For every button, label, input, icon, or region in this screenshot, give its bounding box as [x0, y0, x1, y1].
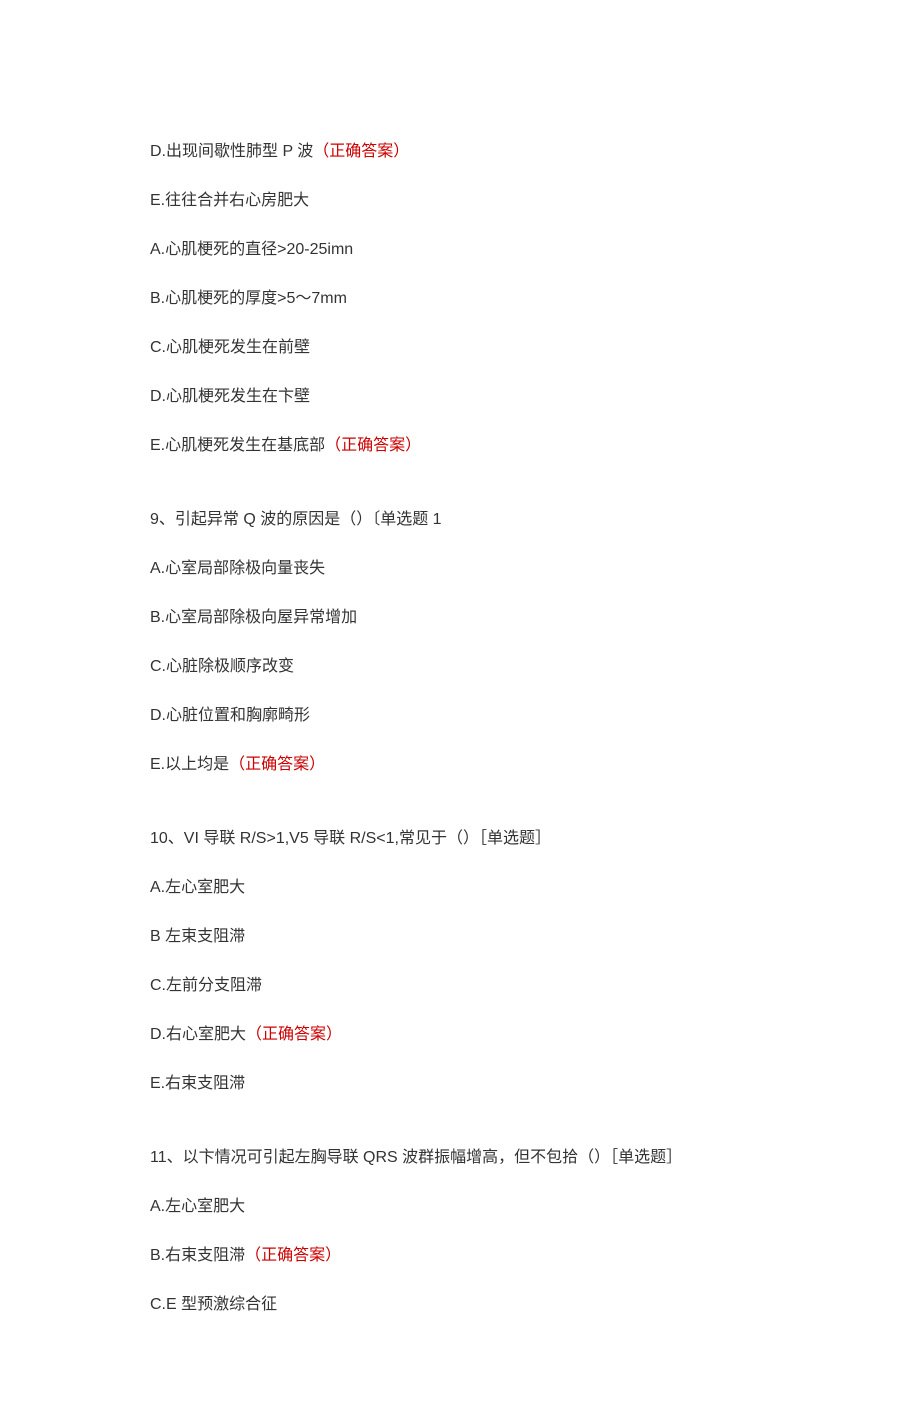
option-text: A.心室局部除极向量丧失 — [150, 560, 325, 577]
option-line: B.心室局部除极向屋异常增加 — [150, 606, 770, 630]
option-line: B.右束支阻滞（正确答案） — [150, 1244, 770, 1268]
option-text: B.右束支阻滞 — [150, 1247, 245, 1264]
option-text: E.右束支阻滞 — [150, 1075, 245, 1092]
option-text: D.心脏位置和胸廓畸形 — [150, 707, 310, 724]
option-text: D.右心室肥大 — [150, 1026, 246, 1043]
option-line: A.心肌梗死的直径>20-25imn — [150, 238, 770, 262]
option-line: A.左心室肥大 — [150, 1195, 770, 1219]
option-text: D.心肌梗死发生在卞壁 — [150, 388, 310, 405]
question-stem: 11、以卞情况可引起左胸导联 QRS 波群振幅增高，但不包拾（）［单选题］ — [150, 1146, 770, 1170]
option-text: B.心室局部除极向屋异常增加 — [150, 609, 357, 626]
option-text: C.E 型预激综合征 — [150, 1296, 277, 1313]
option-text: D.出现间歇性肺型 P 波 — [150, 143, 313, 160]
correct-answer-mark: （正确答案） — [313, 143, 409, 160]
option-text: A.心肌梗死的直径>20-25imn — [150, 241, 353, 258]
question-stem: 9、引起异常 Q 波的原因是（）〔单选题 1 — [150, 508, 770, 532]
option-text: E.往往合并右心房肥大 — [150, 192, 309, 209]
option-line: C.左前分支阻滞 — [150, 974, 770, 998]
question-text: 11、以卞情况可引起左胸导联 QRS 波群振幅增高，但不包拾（）［单选题］ — [150, 1149, 682, 1166]
question-text: 9、引起异常 Q 波的原因是（）〔单选题 1 — [150, 511, 442, 528]
option-text: C.左前分支阻滞 — [150, 977, 262, 994]
option-line: E.右束支阻滞 — [150, 1072, 770, 1096]
option-line: C.心肌梗死发生在前壁 — [150, 336, 770, 360]
correct-answer-mark: （正确答案） — [245, 1247, 341, 1264]
option-text: E.心肌梗死发生在基底部 — [150, 437, 325, 454]
option-line: E.以上均是（正确答案） — [150, 753, 770, 777]
correct-answer-mark: （正确答案） — [325, 437, 421, 454]
option-line: E.心肌梗死发生在基底部（正确答案） — [150, 434, 770, 458]
option-line: D.心脏位置和胸廓畸形 — [150, 704, 770, 728]
option-text: A.左心室肥大 — [150, 1198, 245, 1215]
option-line: D.心肌梗死发生在卞壁 — [150, 385, 770, 409]
correct-answer-mark: （正确答案） — [229, 756, 325, 773]
option-line: D.右心室肥大（正确答案） — [150, 1023, 770, 1047]
option-text: A.左心室肥大 — [150, 879, 245, 896]
option-text: C.心肌梗死发生在前壁 — [150, 339, 310, 356]
option-line: C.心脏除极顺序改变 — [150, 655, 770, 679]
option-line: A.心室局部除极向量丧失 — [150, 557, 770, 581]
option-line: C.E 型预激综合征 — [150, 1293, 770, 1317]
option-line: B 左束支阻滞 — [150, 925, 770, 949]
option-line: A.左心室肥大 — [150, 876, 770, 900]
option-text: C.心脏除极顺序改变 — [150, 658, 294, 675]
option-text: E.以上均是 — [150, 756, 229, 773]
correct-answer-mark: （正确答案） — [246, 1026, 342, 1043]
option-text: B 左束支阻滞 — [150, 928, 245, 945]
option-line: D.出现间歇性肺型 P 波（正确答案） — [150, 140, 770, 164]
option-line: B.心肌梗死的厚度>5～7mm — [150, 287, 770, 311]
question-stem: 10、VI 导联 R/S>1,V5 导联 R/S<1,常见于（）［单选题］ — [150, 827, 770, 851]
option-text: B.心肌梗死的厚度>5～7mm — [150, 290, 347, 307]
option-line: E.往往合并右心房肥大 — [150, 189, 770, 213]
question-text: 10、VI 导联 R/S>1,V5 导联 R/S<1,常见于（）［单选题］ — [150, 830, 551, 847]
